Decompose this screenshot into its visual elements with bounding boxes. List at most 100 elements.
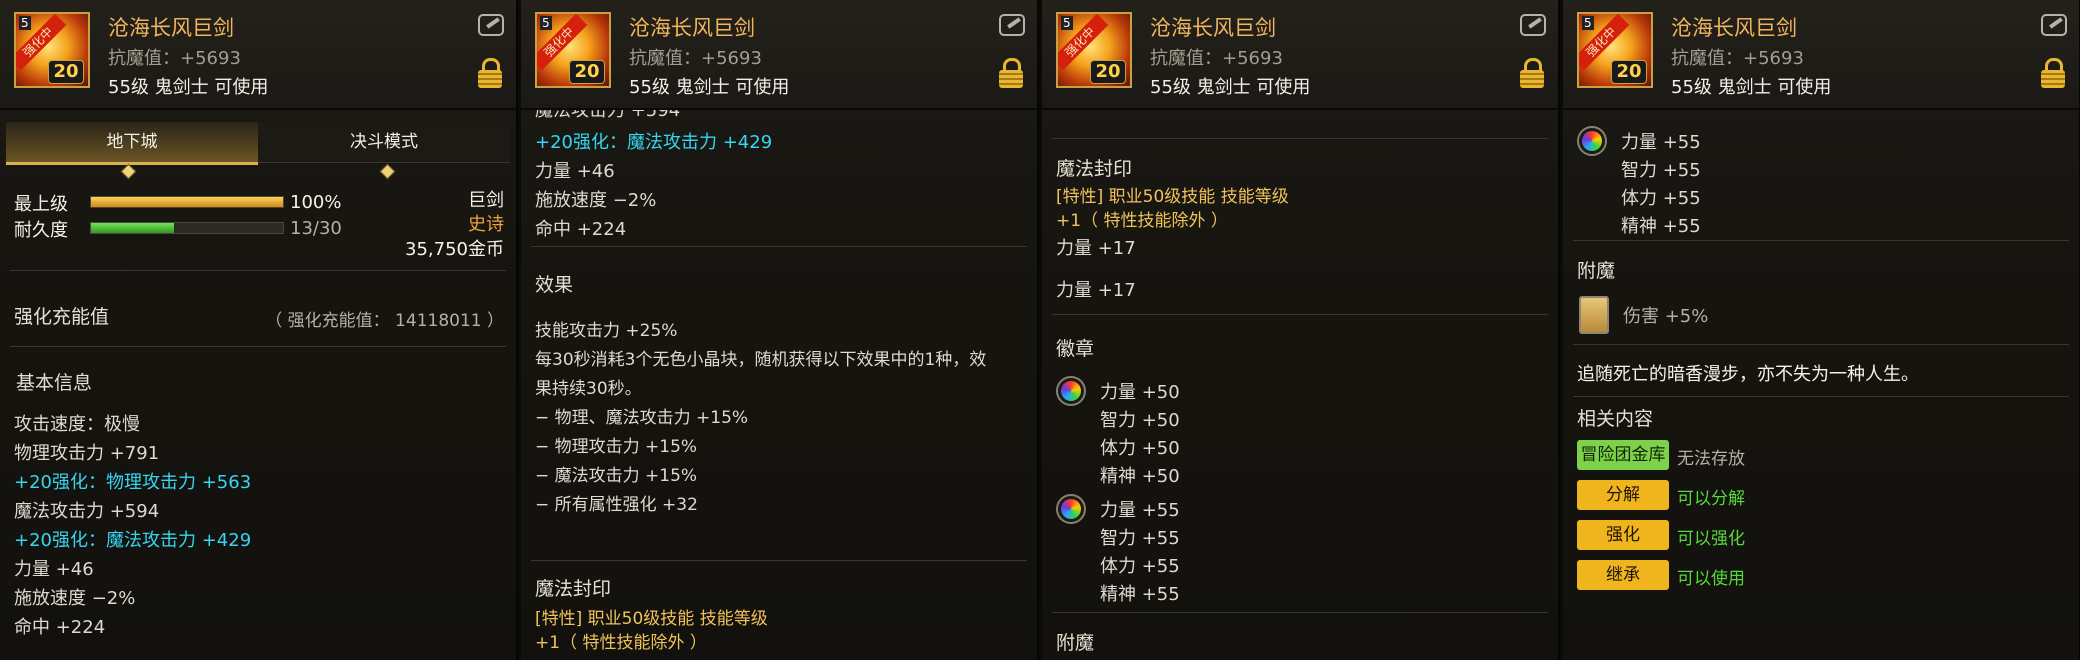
- seal-stat-2: 力量 +17: [1056, 280, 1136, 301]
- tab-dungeon[interactable]: 地下城: [6, 122, 258, 165]
- charge-label: 强化充能值: [14, 306, 110, 328]
- durability-bar-fill: [91, 223, 175, 233]
- divider: [1573, 344, 2069, 345]
- panel-content: 地下城 决斗模式 最上级 100% 耐久度 13/30 巨剑 史诗 35,750…: [0, 110, 516, 660]
- seal-line-2: +1（ 特性技能除外 ）: [535, 633, 707, 653]
- top-grade-bar: [90, 196, 284, 208]
- lock-icon[interactable]: [1520, 58, 1544, 88]
- seal-title: 魔法封印: [1056, 158, 1133, 180]
- flavor-text: 追随死亡的暗香漫步，亦不失为一种人生。: [1577, 364, 1919, 385]
- emblem-stat: 精神 +55: [1100, 584, 1180, 605]
- item-icon[interactable]: 5 强化中 20: [14, 12, 90, 88]
- enhance-level-badge: 20: [48, 60, 84, 84]
- tab-indicator-diamond: [120, 163, 137, 180]
- related-title: 相关内容: [1577, 408, 1654, 430]
- emblem-title: 徽章: [1056, 338, 1095, 360]
- share-icon[interactable]: [2041, 14, 2067, 36]
- durability-value: 13/30: [290, 218, 342, 239]
- effect-line: − 物理攻击力 +15%: [535, 437, 698, 457]
- item-name: 沧海长风巨剑: [629, 16, 755, 40]
- divider: [1573, 396, 2069, 397]
- share-icon[interactable]: [1520, 14, 1546, 36]
- seal-stat: 力量 +17: [1056, 238, 1136, 259]
- emblem-stat: 精神 +55: [1621, 216, 1701, 237]
- item-name: 沧海长风巨剑: [108, 16, 234, 40]
- effect-line: 每30秒消耗3个无色小晶块，随机获得以下效果中的1种，效: [535, 350, 987, 370]
- price: 35,750金币: [405, 239, 504, 260]
- divider: [1052, 138, 1548, 139]
- lock-icon[interactable]: [2041, 58, 2065, 88]
- emblem-stat: 力量 +50: [1100, 382, 1180, 403]
- share-icon[interactable]: [999, 14, 1025, 36]
- item-icon[interactable]: 5 强化中 20: [1056, 12, 1132, 88]
- related-tag[interactable]: 冒险团金库: [1577, 440, 1669, 470]
- resist-value: 抗魔值：+5693: [629, 48, 762, 69]
- emblem-gem-icon[interactable]: [1058, 496, 1084, 522]
- emblem-gem-icon[interactable]: [1579, 128, 1605, 154]
- divider: [1573, 240, 2069, 241]
- requirement: 55级 鬼剑士 可使用: [1150, 77, 1311, 98]
- divider: [531, 246, 1027, 247]
- panel-content: 力量 +55 智力 +55 体力 +55 精神 +55 附魔 伤害 +5% 追随死亡的…: [1563, 110, 2079, 660]
- enhance-level-badge: 20: [1090, 60, 1126, 84]
- effect-line: 技能攻击力 +25%: [535, 321, 678, 341]
- related-value: 可以分解: [1677, 489, 1745, 509]
- panel-content: 魔法封印 [特性] 职业50级技能 技能等级 +1（ 特性技能除外 ） 力量 +…: [1042, 110, 1558, 660]
- top-grade-label: 最上级: [14, 194, 68, 215]
- stat-line: 力量 +46: [14, 559, 94, 580]
- tab-indicator-diamond: [379, 163, 396, 180]
- top-grade-bar-fill: [91, 197, 283, 207]
- resist-value: 抗魔值：+5693: [1150, 48, 1283, 69]
- item-header: 5 强化中 20 沧海长风巨剑 抗魔值：+5693 55级 鬼剑士 可使用: [1563, 0, 2079, 110]
- effect-line: − 魔法攻击力 +15%: [535, 466, 698, 486]
- stat-line: 魔法攻击力 +594: [14, 501, 160, 522]
- requirement: 55级 鬼剑士 可使用: [629, 77, 790, 98]
- share-icon[interactable]: [478, 14, 504, 36]
- tooltip-panel-1: 5 强化中 20 沧海长风巨剑 抗魔值：+5693 55级 鬼剑士 可使用 地下…: [0, 0, 518, 660]
- emblem-stat: 智力 +50: [1100, 410, 1180, 431]
- emblem-stat: 力量 +55: [1621, 132, 1701, 153]
- divider: [1052, 314, 1548, 315]
- effect-line: 果持续30秒。: [535, 379, 642, 399]
- resist-value: 抗魔值：+5693: [108, 48, 241, 69]
- enhance-level-badge: 20: [569, 60, 605, 84]
- effect-line: − 物理、魔法攻击力 +15%: [535, 408, 749, 428]
- enhance-level-badge: 20: [1611, 60, 1647, 84]
- emblem-gem-icon[interactable]: [1058, 378, 1084, 404]
- seal-line-2: +1（ 特性技能除外 ）: [1056, 211, 1228, 231]
- seal-line-1: [特性] 职业50级技能 技能等级: [1056, 187, 1289, 207]
- lock-icon[interactable]: [999, 58, 1023, 88]
- item-header: 5 强化中 20 沧海长风巨剑 抗魔值：+5693 55级 鬼剑士 可使用: [521, 0, 1037, 110]
- stat-line: 力量 +46: [535, 161, 615, 182]
- tooltip-panel-2: 5 强化中 20 沧海长风巨剑 抗魔值：+5693 55级 鬼剑士 可使用 魔法…: [521, 0, 1039, 660]
- requirement: 55级 鬼剑士 可使用: [108, 77, 269, 98]
- grade-badge: 5: [19, 16, 31, 30]
- related-tag[interactable]: 分解: [1577, 480, 1669, 510]
- stat-line: +20强化：魔法攻击力 +429: [14, 530, 252, 551]
- weapon-type: 巨剑: [468, 190, 504, 211]
- related-value: 可以强化: [1677, 529, 1745, 549]
- item-header: 5 强化中 20 沧海长风巨剑 抗魔值：+5693 55级 鬼剑士 可使用: [1042, 0, 1558, 110]
- emblem-stat: 体力 +55: [1621, 188, 1701, 209]
- emblem-stat: 智力 +55: [1100, 528, 1180, 549]
- item-icon[interactable]: 5 强化中 20: [535, 12, 611, 88]
- grade-badge: 5: [1061, 16, 1073, 30]
- divider: [10, 346, 506, 347]
- enchant-card-icon[interactable]: [1579, 296, 1609, 334]
- related-tag[interactable]: 强化: [1577, 520, 1669, 550]
- seal-line-1: [特性] 职业50级技能 技能等级: [535, 609, 768, 629]
- tab-duel-mode[interactable]: 决斗模式: [258, 122, 510, 163]
- related-tag[interactable]: 继承: [1577, 560, 1669, 590]
- durability-label: 耐久度: [14, 220, 68, 241]
- top-grade-value: 100%: [290, 192, 342, 213]
- tooltip-panel-3: 5 强化中 20 沧海长风巨剑 抗魔值：+5693 55级 鬼剑士 可使用 魔法…: [1042, 0, 1560, 660]
- lock-icon[interactable]: [478, 58, 502, 88]
- stat-line: 命中 +224: [14, 617, 106, 638]
- stat-line: +20强化：物理攻击力 +563: [14, 472, 252, 493]
- item-icon[interactable]: 5 强化中 20: [1577, 12, 1653, 88]
- item-name: 沧海长风巨剑: [1671, 16, 1797, 40]
- effect-line: − 所有属性强化 +32: [535, 495, 698, 515]
- emblem-stat: 体力 +50: [1100, 438, 1180, 459]
- requirement: 55级 鬼剑士 可使用: [1671, 77, 1832, 98]
- related-value: 可以使用: [1677, 569, 1745, 589]
